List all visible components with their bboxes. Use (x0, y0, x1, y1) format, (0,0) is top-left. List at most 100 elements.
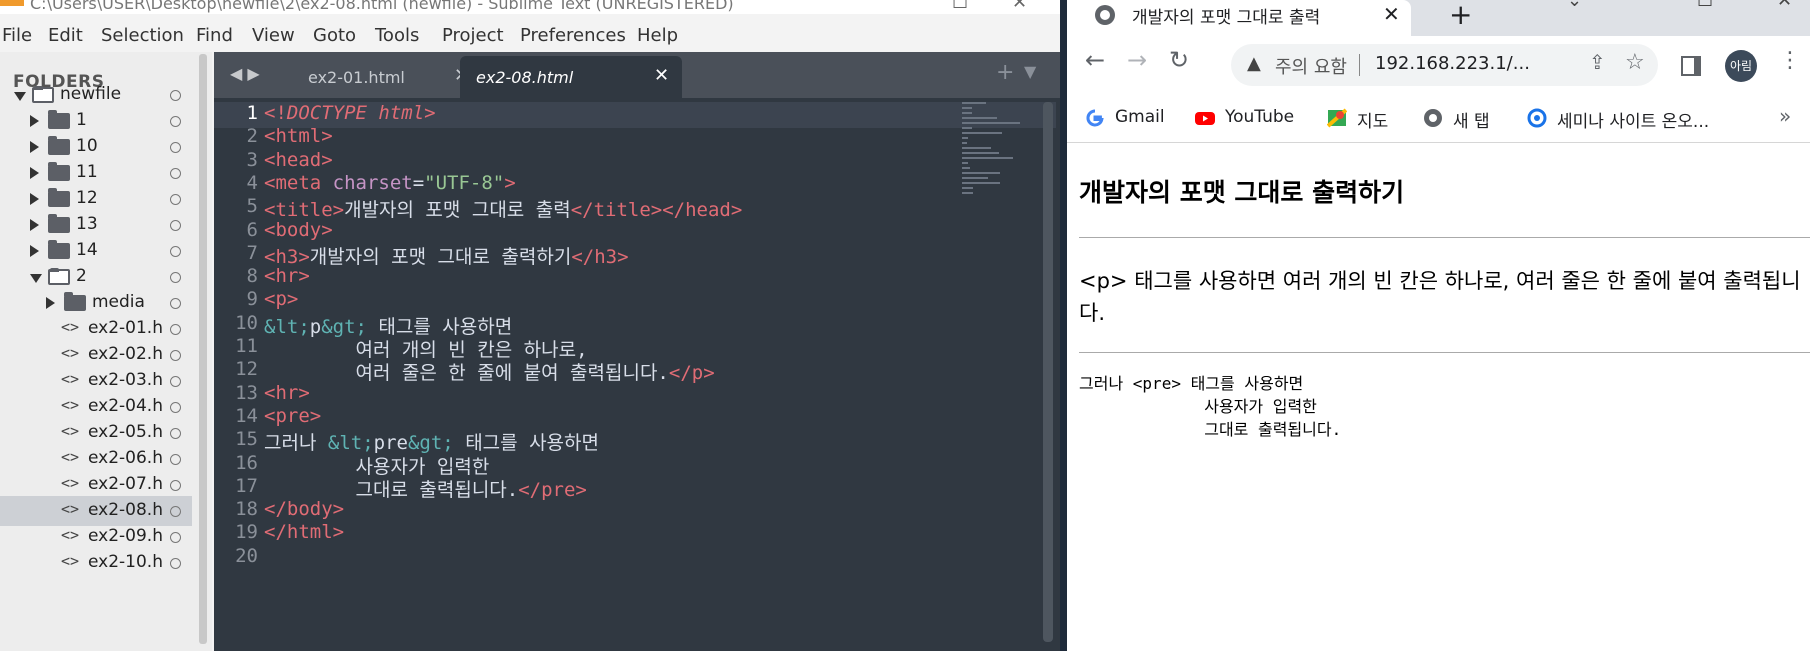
code-line[interactable]: <hr> (264, 382, 310, 404)
status-circle-icon[interactable] (170, 272, 181, 283)
code-line[interactable]: <pre> (264, 405, 321, 427)
status-circle-icon[interactable] (170, 194, 181, 205)
menu-goto[interactable]: Goto (313, 25, 356, 46)
close-tab-icon[interactable]: ✕ (1383, 2, 1400, 26)
sidebar-item-label: ex2-04.h (88, 396, 162, 416)
warning-icon[interactable]: ▲ (1247, 53, 1261, 74)
chevron-down-icon[interactable]: ⌄ (1567, 0, 1582, 11)
chevron-right-icon[interactable] (30, 167, 39, 179)
status-circle-icon[interactable] (170, 350, 181, 361)
menu-view[interactable]: View (252, 25, 295, 46)
chevron-right-icon[interactable] (30, 245, 39, 257)
bookmark-star-icon[interactable]: ☆ (1625, 50, 1645, 75)
close-tab-icon[interactable]: ✕ (654, 65, 669, 86)
side-panel-icon[interactable] (1681, 56, 1701, 76)
sidebar-item-label: 13 (76, 214, 98, 234)
more-bookmarks-icon[interactable]: » (1779, 104, 1791, 128)
status-circle-icon[interactable] (170, 90, 181, 101)
sidebar-item-label: ex2-02.h (88, 344, 162, 364)
status-circle-icon[interactable] (170, 168, 181, 179)
code-line[interactable]: 여러 줄은 한 줄에 붙여 출력됩니다.</p> (264, 358, 715, 385)
security-label[interactable]: 주의 요함 (1275, 53, 1347, 79)
menu-project[interactable]: Project (442, 25, 504, 46)
status-circle-icon[interactable] (170, 246, 181, 257)
status-circle-icon[interactable] (170, 402, 181, 413)
code-token: > (504, 171, 516, 194)
code-line[interactable]: <html> (264, 125, 333, 147)
url-text[interactable]: 192.168.223.1/... (1375, 53, 1530, 74)
menu-help[interactable]: Help (637, 25, 678, 46)
code-line[interactable]: <title>개발자의 포맷 그대로 출력</title></head> (264, 195, 742, 222)
menu-file[interactable]: File (2, 25, 32, 46)
chevron-right-icon[interactable] (30, 193, 39, 205)
bookmarks-bar: Gmail YouTube 지도 새 탭 세미나 사이트 온오... » (1067, 96, 1810, 143)
status-circle-icon[interactable] (170, 428, 181, 439)
horizontal-rule (1079, 237, 1810, 238)
new-tab-icon[interactable]: + (996, 60, 1014, 85)
status-circle-icon[interactable] (170, 298, 181, 309)
menu-tools[interactable]: Tools (375, 25, 419, 46)
minimap-line (962, 167, 970, 169)
status-circle-icon[interactable] (170, 532, 181, 543)
menu-find[interactable]: Find (196, 25, 233, 46)
status-circle-icon[interactable] (170, 506, 181, 517)
code-line[interactable]: <body> (264, 219, 333, 241)
line-number: 15 (235, 428, 258, 451)
chevron-right-icon[interactable] (30, 141, 39, 153)
status-circle-icon[interactable] (170, 480, 181, 491)
close-window-icon[interactable]: ✕ (1012, 0, 1027, 13)
chevron-down-icon[interactable] (14, 92, 26, 101)
minimap-line (962, 117, 998, 119)
maximize-icon[interactable]: ☐ (1697, 0, 1713, 11)
maximize-icon[interactable]: ☐ (952, 0, 968, 13)
code-line[interactable]: <p> (264, 288, 298, 310)
menu-preferences[interactable]: Preferences (520, 25, 626, 46)
chevron-right-icon[interactable] (30, 219, 39, 231)
reload-button[interactable]: ↻ (1169, 46, 1189, 74)
browser-tab[interactable]: 개발자의 포맷 그대로 출력 ✕ (1067, 0, 1411, 36)
code-token: </pre> (518, 478, 587, 501)
menu-edit[interactable]: Edit (48, 25, 83, 46)
code-line[interactable]: <hr> (264, 265, 310, 287)
status-circle-icon[interactable] (170, 142, 181, 153)
page-content: 개발자의 포맷 그대로 출력하기 <p> 태그를 사용하면 여러 개의 빈 칸은… (1067, 143, 1810, 651)
chevron-right-icon[interactable] (30, 115, 39, 127)
forward-button[interactable]: → (1127, 46, 1147, 74)
share-icon[interactable]: ⇪ (1589, 50, 1606, 74)
code-line[interactable]: </body> (264, 498, 344, 520)
folder-icon (64, 292, 86, 311)
profile-avatar[interactable]: 아림 (1725, 50, 1757, 82)
code-line[interactable]: <h3>개발자의 포맷 그대로 출력하기</h3> (264, 242, 629, 269)
code-line[interactable]: <head> (264, 149, 333, 171)
minimap[interactable] (962, 102, 1037, 212)
status-circle-icon[interactable] (170, 454, 181, 465)
close-window-icon[interactable]: ✕ (1777, 0, 1792, 11)
back-button[interactable]: ← (1085, 46, 1105, 74)
status-circle-icon[interactable] (170, 558, 181, 569)
tab-ex2-01[interactable]: ex2-01.html ✕ (266, 56, 482, 98)
code-line[interactable]: </html> (264, 521, 344, 543)
chevron-down-icon[interactable] (30, 274, 42, 283)
new-tab-button[interactable]: + (1449, 0, 1472, 31)
status-circle-icon[interactable] (170, 116, 181, 127)
editor-scrollbar[interactable] (1043, 102, 1053, 642)
chevron-right-icon[interactable] (46, 297, 55, 309)
sidebar-scrollbar[interactable] (199, 54, 207, 644)
sidebar-item[interactable]: <> ex2-10.h (0, 548, 192, 578)
menu-selection[interactable]: Selection (101, 25, 184, 46)
code-token: = (412, 171, 425, 194)
status-circle-icon[interactable] (170, 324, 181, 335)
address-bar[interactable]: ▲ 주의 요함 192.168.223.1/... ⇪ ☆ (1231, 44, 1658, 86)
code-line[interactable]: <!DOCTYPE html> (264, 102, 436, 124)
menu-kebab-icon[interactable]: ⋮ (1779, 48, 1801, 73)
line-number: 10 (235, 311, 258, 334)
tab-nav-arrows[interactable]: ◀ ▶ (230, 64, 260, 83)
code-line[interactable]: <meta charset="UTF-8"> (264, 172, 516, 194)
code-token: </html> (264, 521, 345, 544)
tab-ex2-08[interactable]: ex2-08.html ✕ (460, 56, 682, 98)
status-circle-icon[interactable] (170, 376, 181, 387)
tab-dropdown-icon[interactable]: ▼ (1024, 62, 1036, 81)
code-token: <p> (264, 288, 299, 311)
minimap-line (962, 152, 999, 154)
status-circle-icon[interactable] (170, 220, 181, 231)
